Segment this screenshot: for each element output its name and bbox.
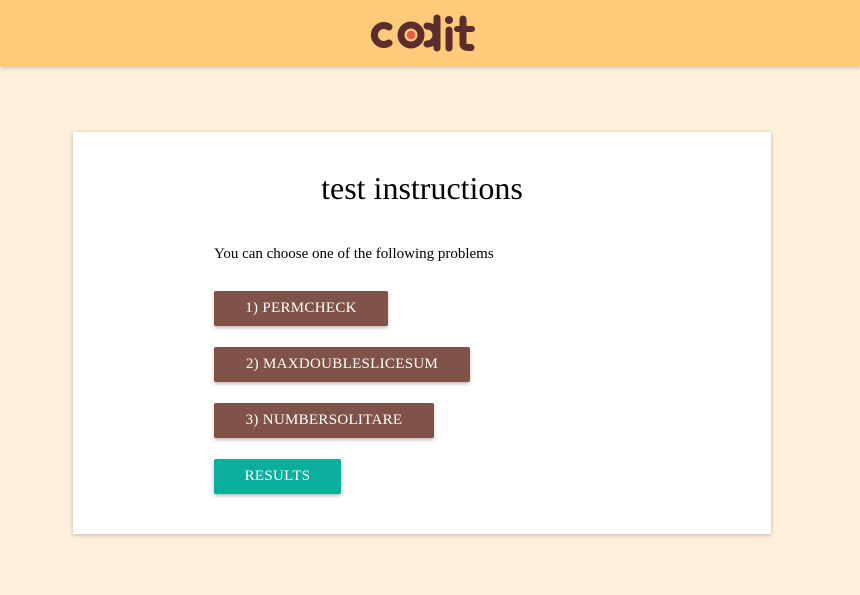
page-title: test instructions (321, 170, 523, 206)
codit-logo[interactable] (367, 10, 477, 56)
instructions-card: test instructions You can choose one of … (73, 132, 771, 534)
top-header (0, 0, 860, 66)
problem-button-permcheck[interactable]: 1) PERMCHECK (214, 291, 388, 326)
results-button[interactable]: RESULTS (214, 459, 341, 494)
problem-button-numbersolitare[interactable]: 3) NUMBERSOLITARE (214, 403, 434, 438)
intro-text: You can choose one of the following prob… (214, 246, 494, 262)
problem-button-maxdoubleslicesum[interactable]: 2) MAXDOUBLESLICESUM (214, 347, 470, 382)
